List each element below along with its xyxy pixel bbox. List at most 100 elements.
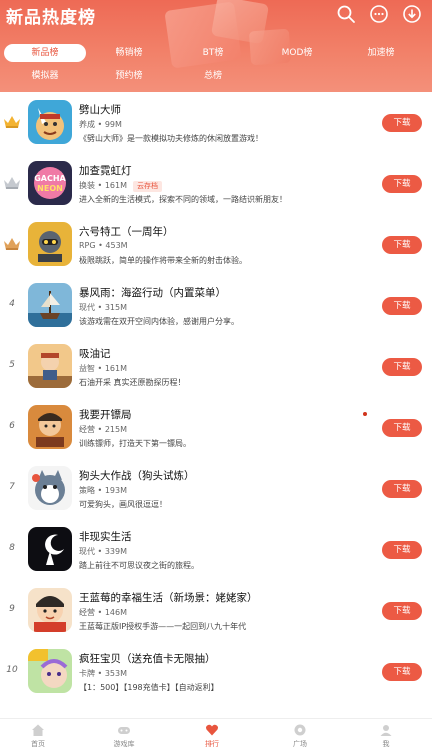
app-icon[interactable] [28, 405, 72, 449]
app-name: 六号特工（一周年） [79, 226, 174, 238]
tab-emulator[interactable]: 模拟器 [4, 67, 86, 85]
app-description: 【1：500】【198充值卡】【自动返利】 [79, 683, 219, 692]
tab-accelerate[interactable]: 加速榜 [340, 44, 422, 62]
app-icon[interactable] [28, 588, 72, 632]
list-item[interactable]: 六号特工（一周年） RPG • 453M 极限跳跃，简单的操作将带来全新的射击体… [0, 216, 432, 277]
app-size: 161M [104, 181, 127, 190]
app-icon[interactable] [28, 649, 72, 693]
download-button[interactable]: 下载 [382, 663, 422, 681]
list-item[interactable]: 9 王蓝莓的幸福生活（新场景：姥姥家） 经营 • 146M 王蓝莓正版IP授权手… [0, 582, 432, 643]
list-item[interactable]: 4 暴风雨：海盗行动（内置菜单） 现代 • 315M 该游戏需在双开空间内体验，… [0, 277, 432, 338]
app-category: 养成 [79, 120, 95, 129]
app-meta: 换装 • 161M 云存档 [79, 180, 162, 192]
square-icon [294, 724, 306, 736]
app-description: 王蓝莓正版IP授权手游——一起回到八九十年代 [79, 622, 247, 631]
download-button[interactable]: 下载 [382, 358, 422, 376]
gamepad-icon [118, 727, 130, 734]
app-name: 非现实生活 [79, 531, 132, 543]
rank-number: 6 [9, 421, 15, 431]
list-item[interactable]: 10 疯狂宝贝（送充值卡无限抽） 卡牌 • 353M 【1：500】【198充值… [0, 643, 432, 704]
app-category: 益智 [79, 364, 95, 373]
app-meta: 策略 • 193M [79, 486, 127, 495]
app-description: 训练镖师，打造天下第一镖局。 [79, 439, 191, 448]
download-button[interactable]: 下载 [382, 419, 422, 437]
tab-new[interactable]: 新品榜 [4, 44, 86, 62]
download-manager-icon[interactable] [402, 4, 422, 24]
nav-ranking[interactable]: 排行 [182, 723, 242, 749]
app-meta: 经营 • 215M [79, 425, 127, 434]
app-icon[interactable] [28, 283, 72, 327]
message-icon[interactable] [369, 4, 389, 24]
tab-preorder[interactable]: 预约榜 [88, 67, 170, 85]
app-size: 315M [104, 303, 127, 312]
tab-bestseller[interactable]: 畅销榜 [88, 44, 170, 62]
app-name: 我要开镖局 [79, 409, 132, 421]
app-icon[interactable] [28, 466, 72, 510]
tab-overall[interactable]: 总榜 [172, 67, 254, 85]
nav-label: 排行 [205, 740, 219, 748]
list-item[interactable]: 6 我要开镖局 经营 • 215M 训练镖师，打造天下第一镖局。 下载 [0, 399, 432, 460]
app-description: 极限跳跃，简单的操作将带来全新的射击体验。 [79, 256, 247, 265]
download-button[interactable]: 下载 [382, 297, 422, 315]
app-name: 狗头大作战（狗头试炼） [79, 470, 195, 482]
tab-bt[interactable]: BT榜 [172, 44, 254, 62]
app-description: 《劈山大师》是一款模拟功夫修炼的休闲放置游戏！ [79, 134, 263, 143]
nav-game-library[interactable]: 游戏库 [94, 723, 154, 749]
nav-label: 我 [382, 740, 390, 748]
download-button[interactable]: 下载 [382, 236, 422, 254]
header: 新品热度榜 新品榜 畅销榜 BT榜 MOD榜 加速榜 模拟器 预约榜 总榜 [0, 0, 432, 92]
app-name: 暴风雨：海盗行动（内置菜单） [79, 287, 226, 299]
app-description: 石油开采 真实还原勘探历程！ [79, 378, 186, 387]
app-category: 经营 [79, 608, 95, 617]
list-item[interactable]: 8 非现实生活 现代 • 339M 踏上前往不可思议夜之街的旅程。 下载 [0, 521, 432, 582]
app-size: 353M [104, 669, 127, 678]
list-item[interactable]: 劈山大师 养成 • 99M 《劈山大师》是一款模拟功夫修炼的休闲放置游戏！ 下载 [0, 94, 432, 155]
bronze-crown-icon [4, 238, 20, 250]
app-meta: 卡牌 • 353M [79, 669, 127, 678]
nav-home[interactable]: 首页 [8, 723, 68, 749]
app-size: 99M [104, 120, 122, 129]
app-size: 146M [104, 608, 127, 617]
home-icon [32, 724, 44, 736]
app-name: 吸油记 [79, 348, 111, 360]
app-category: RPG [79, 241, 96, 250]
nav-me[interactable]: 我 [356, 723, 416, 749]
app-size: 339M [104, 547, 127, 556]
app-name: 劈山大师 [79, 104, 121, 116]
download-button[interactable]: 下载 [382, 602, 422, 620]
nav-label: 游戏库 [113, 740, 135, 748]
nav-square[interactable]: 广场 [270, 723, 330, 749]
download-button[interactable]: 下载 [382, 175, 422, 193]
app-size: 215M [104, 425, 127, 434]
app-icon[interactable]: GACHA NEON [28, 161, 72, 205]
list-item[interactable]: 5 吸油记 益智 • 161M 石油开采 真实还原勘探历程！ 下载 [0, 338, 432, 399]
page-title: 新品热度榜 [6, 8, 96, 28]
app-meta: 养成 • 99M [79, 120, 122, 129]
notification-dot [363, 412, 367, 416]
app-name: 王蓝莓的幸福生活（新场景：姥姥家） [79, 592, 258, 604]
app-icon[interactable] [28, 344, 72, 388]
list-item[interactable]: GACHA NEON 加查霓虹灯 换装 • 161M 云存档 进入全新的生活模式，探… [0, 155, 432, 216]
app-name: 加查霓虹灯 [79, 165, 132, 177]
app-meta: 现代 • 315M [79, 303, 127, 312]
ranking-icon [206, 724, 218, 736]
app-icon[interactable] [28, 100, 72, 144]
app-icon[interactable] [28, 527, 72, 571]
app-category: 卡牌 [79, 669, 95, 678]
download-button[interactable]: 下载 [382, 541, 422, 559]
app-category: 换装 [79, 181, 95, 190]
nav-label: 广场 [293, 740, 307, 748]
rank-number: 9 [9, 604, 15, 614]
search-icon[interactable] [336, 4, 356, 24]
app-description: 踏上前往不可思议夜之街的旅程。 [79, 561, 199, 570]
tab-mod[interactable]: MOD榜 [256, 44, 338, 62]
download-button[interactable]: 下载 [382, 114, 422, 132]
download-button[interactable]: 下载 [382, 480, 422, 498]
cloud-save-badge: 云存档 [132, 181, 162, 192]
svg-text:NEON: NEON [37, 184, 63, 193]
list-item[interactable]: 7 狗头大作战（狗头试炼） 策略 • 193M 可爱狗头，画风很逗逗！ 下载 [0, 460, 432, 521]
svg-text:GACHA: GACHA [34, 174, 66, 183]
app-meta: RPG • 453M [79, 241, 128, 250]
silver-crown-icon [4, 177, 20, 189]
app-icon[interactable] [28, 222, 72, 266]
